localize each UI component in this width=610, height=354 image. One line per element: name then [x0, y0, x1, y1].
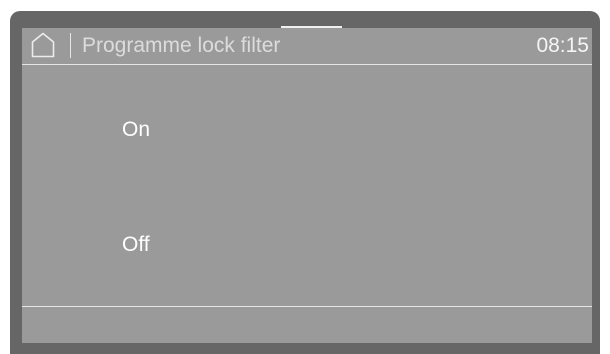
page-title: Programme lock filter: [82, 34, 281, 57]
option-off-label: Off: [122, 233, 150, 256]
display-screen: Programme lock filter 08:15 On Off: [22, 28, 592, 343]
clock: 08:15: [536, 34, 589, 57]
footer-divider: [22, 306, 592, 307]
header-divider: [22, 64, 592, 65]
header-separator: [70, 33, 71, 58]
home-button[interactable]: [31, 32, 55, 58]
home-icon: [31, 32, 55, 58]
option-on[interactable]: On: [22, 78, 592, 178]
option-on-label: On: [122, 118, 151, 141]
option-off[interactable]: Off: [22, 193, 592, 293]
header-bar: Programme lock filter 08:15: [22, 28, 592, 64]
